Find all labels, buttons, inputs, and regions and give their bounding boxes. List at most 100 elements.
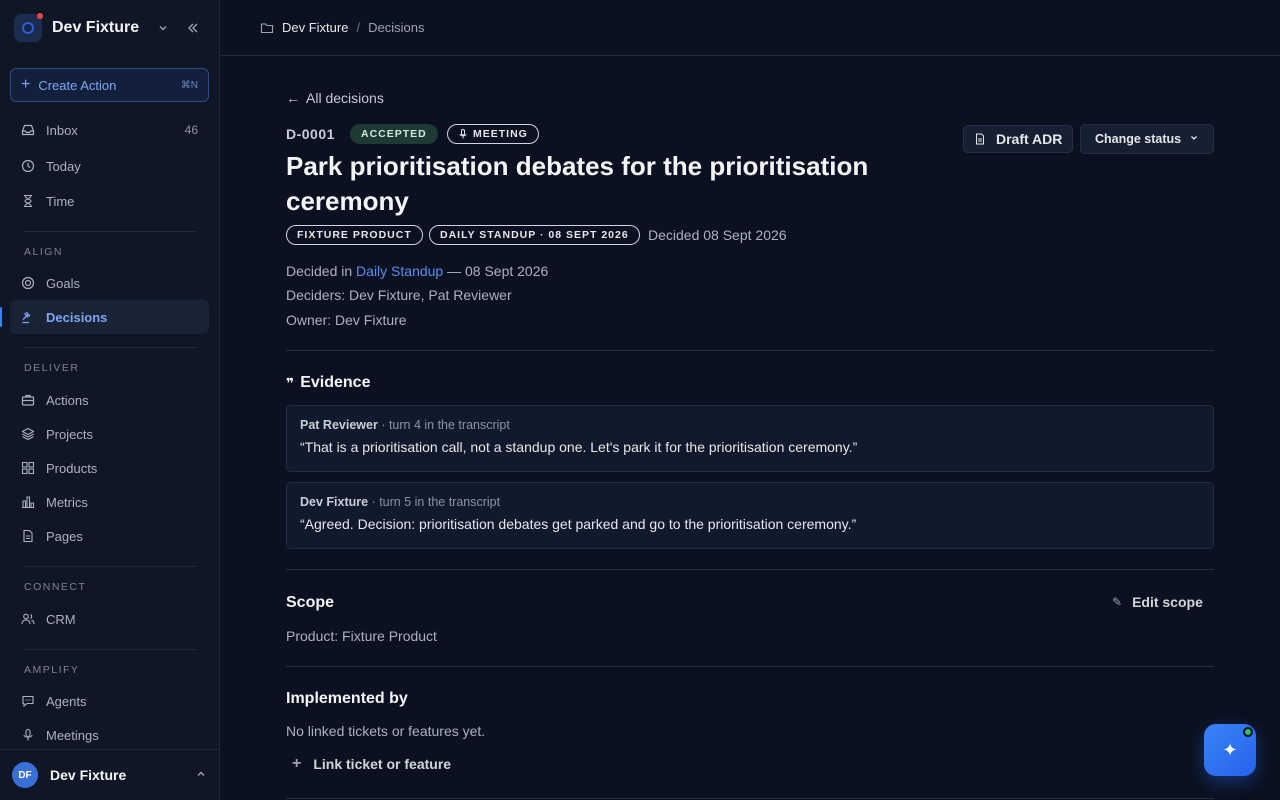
breadcrumb-current: Decisions bbox=[368, 20, 425, 35]
evidence-item: Dev Fixture · turn 5 in the transcript “… bbox=[286, 482, 1214, 549]
folder-icon bbox=[260, 22, 274, 33]
topbar: Dev Fixture / Decisions bbox=[220, 0, 1280, 56]
sidebar-item-time[interactable]: Time bbox=[10, 184, 209, 218]
chevron-up-icon bbox=[195, 768, 207, 783]
decided-in-prefix: Decided in bbox=[286, 263, 353, 279]
evidence-item: Pat Reviewer · turn 4 in the transcript … bbox=[286, 405, 1214, 472]
sidebar-item-label: CRM bbox=[46, 611, 76, 627]
meeting-tag[interactable]: DAILY STANDUP · 08 SEPT 2026 bbox=[429, 225, 640, 245]
section-label-amplify: AMPLIFY bbox=[24, 664, 80, 676]
workspace-switcher-chevron-icon[interactable] bbox=[151, 16, 175, 40]
create-action-button[interactable]: + Create Action ⌘N bbox=[10, 68, 209, 102]
sidebar-item-metrics[interactable]: Metrics bbox=[10, 485, 209, 519]
divider bbox=[286, 666, 1214, 667]
draft-adr-label: Draft ADR bbox=[996, 131, 1063, 147]
status-badge: ACCEPTED bbox=[350, 124, 438, 144]
sidebar-item-inbox[interactable]: Inbox 46 bbox=[10, 113, 209, 147]
evidence-heading: ❞ Evidence bbox=[286, 374, 370, 392]
evidence-quote: “Agreed. Decision: prioritisation debate… bbox=[300, 516, 857, 532]
edit-scope-label: Edit scope bbox=[1132, 594, 1203, 610]
inbox-icon bbox=[21, 124, 35, 136]
sidebar-divider bbox=[24, 566, 197, 567]
workspace-header: Dev Fixture bbox=[0, 0, 219, 56]
target-icon bbox=[21, 276, 35, 290]
evidence-quote: “That is a prioritisation call, not a st… bbox=[300, 439, 858, 455]
create-action-label: Create Action bbox=[38, 77, 117, 93]
section-label-align: ALIGN bbox=[24, 246, 64, 258]
sidebar-item-label: Goals bbox=[46, 275, 80, 291]
clock-icon bbox=[21, 159, 35, 173]
gavel-icon bbox=[22, 311, 31, 324]
scope-value: Product: Fixture Product bbox=[286, 628, 437, 644]
user-menu[interactable]: DF Dev Fixture bbox=[0, 749, 219, 800]
evidence-speaker: Pat Reviewer bbox=[300, 418, 378, 432]
bar-chart-icon bbox=[22, 496, 35, 509]
quote-icon: ❞ bbox=[286, 374, 295, 391]
breadcrumb-root[interactable]: Dev Fixture bbox=[282, 20, 348, 35]
sidebar-item-pages[interactable]: Pages bbox=[10, 519, 209, 553]
evidence-attribution: Pat Reviewer · turn 4 in the transcript bbox=[300, 418, 1200, 432]
sidebar-item-label: Agents bbox=[46, 693, 87, 709]
section-label-connect: CONNECT bbox=[24, 581, 87, 593]
sidebar-item-today[interactable]: Today bbox=[10, 149, 209, 183]
sidebar-item-label: Meetings bbox=[46, 727, 99, 743]
owner: Owner: Dev Fixture bbox=[286, 312, 407, 328]
online-status-dot bbox=[1243, 727, 1253, 737]
divider bbox=[286, 798, 1214, 799]
edit-scope-button[interactable]: ✎ Edit scope bbox=[1112, 594, 1203, 610]
decided-date: Decided 08 Sept 2026 bbox=[648, 227, 787, 243]
evidence-heading-label: Evidence bbox=[300, 374, 371, 391]
sidebar-item-meetings[interactable]: Meetings bbox=[10, 718, 209, 752]
sidebar-item-label: Projects bbox=[46, 426, 93, 442]
divider bbox=[286, 569, 1214, 570]
breadcrumb: Dev Fixture / Decisions bbox=[260, 20, 424, 35]
implemented-heading: Implemented by bbox=[286, 690, 408, 707]
hourglass-icon bbox=[24, 194, 32, 208]
workspace-logo-icon bbox=[14, 13, 43, 42]
decided-in-suffix: — 08 Sept 2026 bbox=[447, 263, 549, 279]
breadcrumb-separator: / bbox=[356, 20, 361, 35]
grid-icon bbox=[21, 461, 35, 475]
change-status-button[interactable]: Change status bbox=[1080, 124, 1214, 154]
arrow-left-icon: ← bbox=[286, 90, 300, 106]
sidebar-item-label: Decisions bbox=[46, 309, 108, 325]
evidence-attribution: Dev Fixture · turn 5 in the transcript bbox=[300, 495, 1200, 509]
layers-icon bbox=[21, 427, 35, 441]
chevron-down-icon bbox=[1189, 133, 1199, 146]
plus-icon: + bbox=[21, 76, 31, 93]
evidence-turn: · turn 4 in the transcript bbox=[381, 418, 510, 432]
change-status-label: Change status bbox=[1095, 132, 1182, 146]
back-label: All decisions bbox=[306, 90, 384, 106]
avatar: DF bbox=[12, 762, 38, 788]
create-action-shortcut: ⌘N bbox=[180, 79, 198, 91]
sidebar-item-label: Pages bbox=[46, 528, 83, 544]
draft-adr-button[interactable]: Draft ADR bbox=[963, 125, 1074, 153]
link-ticket-label: Link ticket or feature bbox=[313, 756, 452, 772]
sparkle-icon: ✦ bbox=[1222, 739, 1238, 760]
sidebar-item-goals[interactable]: Goals bbox=[10, 266, 209, 300]
sidebar-item-projects[interactable]: Projects bbox=[10, 417, 209, 451]
mic-icon bbox=[23, 728, 33, 741]
sidebar-item-actions[interactable]: Actions bbox=[10, 383, 209, 417]
pencil-icon: ✎ bbox=[1112, 595, 1123, 609]
divider bbox=[286, 350, 1214, 351]
collapse-sidebar-icon[interactable] bbox=[181, 16, 205, 40]
active-indicator bbox=[0, 307, 2, 327]
sidebar-divider bbox=[24, 231, 197, 232]
sidebar-item-label: Actions bbox=[46, 392, 89, 408]
ai-assistant-button[interactable]: ✦ bbox=[1204, 724, 1256, 776]
scope-heading: Scope bbox=[286, 594, 335, 611]
sidebar-item-agents[interactable]: Agents bbox=[10, 684, 209, 718]
page-title: Park prioritisation debates for the prio… bbox=[286, 151, 869, 216]
sidebar-item-decisions[interactable]: Decisions bbox=[10, 300, 209, 334]
chat-icon bbox=[22, 695, 34, 708]
back-to-decisions-link[interactable]: ← All decisions bbox=[286, 90, 384, 106]
sidebar-item-crm[interactable]: CRM bbox=[10, 602, 209, 636]
implemented-empty-state: No linked tickets or features yet. bbox=[286, 723, 486, 739]
workspace-name: Dev Fixture bbox=[52, 19, 140, 36]
sidebar-item-products[interactable]: Products bbox=[10, 451, 209, 485]
meeting-link[interactable]: Daily Standup bbox=[356, 263, 443, 279]
link-ticket-button[interactable]: + Link ticket or feature bbox=[292, 755, 451, 773]
product-tag[interactable]: FIXTURE PRODUCT bbox=[286, 225, 423, 245]
decision-id: D-0001 bbox=[286, 126, 335, 142]
